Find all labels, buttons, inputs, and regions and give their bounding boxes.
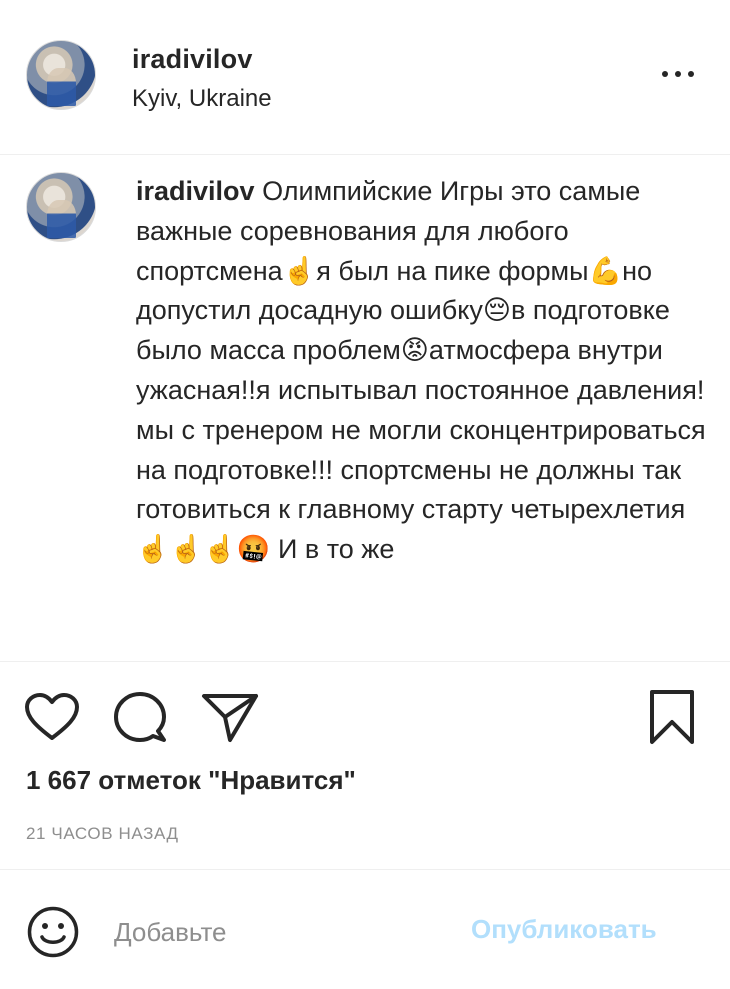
more-horizontal-icon bbox=[662, 71, 668, 77]
caption-username[interactable]: iradivilov bbox=[136, 176, 255, 206]
paper-plane-icon[interactable] bbox=[200, 690, 260, 744]
smiley-icon[interactable] bbox=[26, 905, 80, 959]
caption-avatar[interactable] bbox=[26, 172, 96, 242]
caption-text-block: iradivilov Олимпийские Игры это самые ва… bbox=[136, 172, 716, 570]
bookmark-icon[interactable] bbox=[648, 689, 696, 745]
publish-button[interactable]: Опубликовать bbox=[471, 914, 657, 945]
caption-text: Олимпийские Игры это самые важные соревн… bbox=[136, 176, 706, 565]
likes-count[interactable]: 1 667 отметок "Нравится" bbox=[26, 765, 356, 796]
caption-comment: iradivilov Олимпийские Игры это самые ва… bbox=[0, 156, 730, 662]
more-horizontal-icon-dot bbox=[688, 71, 694, 77]
comment-bubble-icon[interactable] bbox=[112, 690, 168, 744]
post-location[interactable]: Kyiv, Ukraine bbox=[132, 85, 272, 113]
post-header: iradivilov Kyiv, Ukraine bbox=[0, 0, 730, 155]
post-timestamp[interactable]: 21 ЧАСОВ НАЗАД bbox=[26, 824, 179, 844]
more-horizontal-icon-dot bbox=[675, 71, 681, 77]
heart-icon[interactable] bbox=[24, 692, 80, 742]
author-avatar[interactable] bbox=[26, 40, 96, 110]
author-username[interactable]: iradivilov bbox=[132, 44, 253, 75]
more-options-button[interactable] bbox=[658, 62, 698, 86]
comment-input[interactable] bbox=[114, 910, 454, 954]
